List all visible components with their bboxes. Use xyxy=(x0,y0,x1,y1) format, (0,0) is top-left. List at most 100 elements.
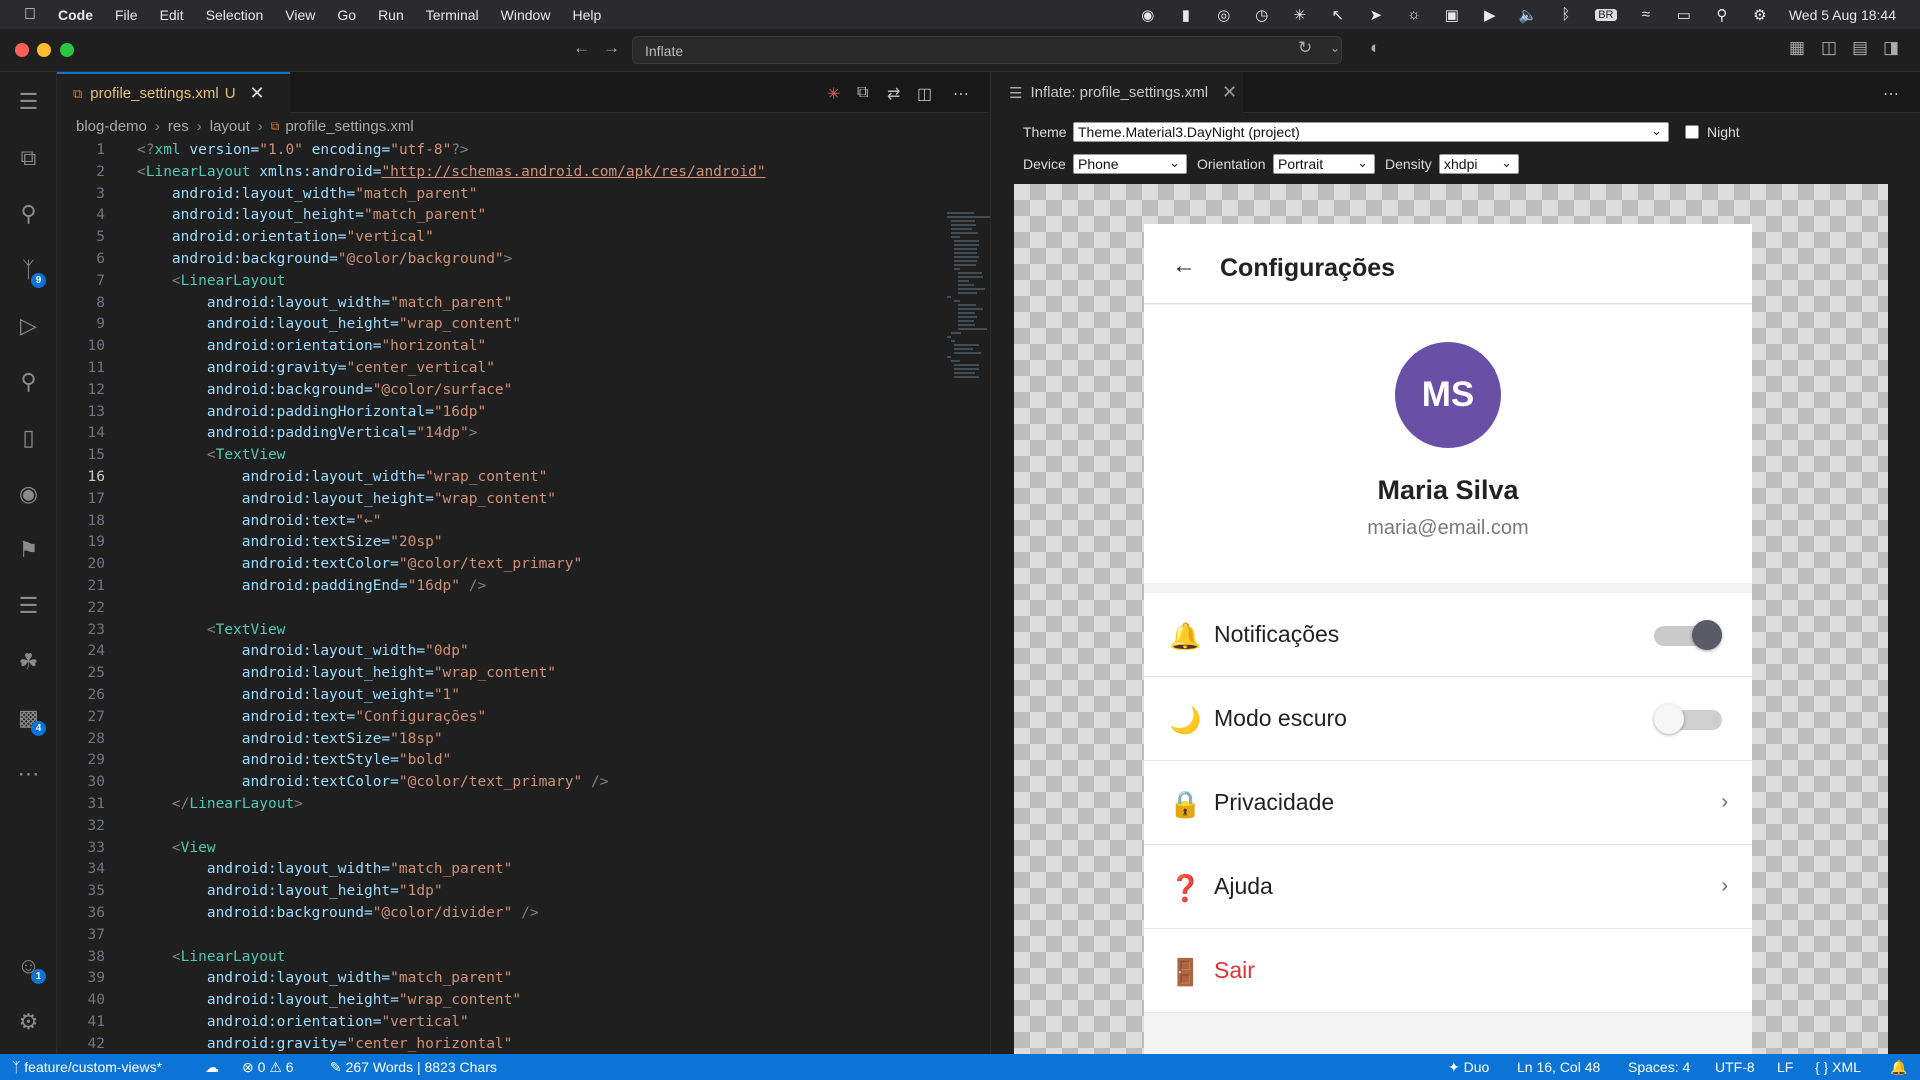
branch-indicator[interactable]: ᛉ feature/custom-views* xyxy=(12,1059,162,1075)
chevron-down-icon: ⌄ xyxy=(1501,155,1512,170)
more-actions-icon[interactable]: ⋯ xyxy=(1883,84,1899,104)
menu-terminal[interactable]: Terminal xyxy=(426,7,479,23)
sparkle-icon[interactable]: ✳ xyxy=(1291,6,1309,24)
device-select[interactable]: Phone ⌄ xyxy=(1073,154,1187,174)
menu-go[interactable]: Go xyxy=(337,7,356,23)
breadcrumb-item[interactable]: layout xyxy=(210,118,250,135)
menu-clock[interactable]: Wed 5 Aug 18:44 xyxy=(1789,7,1896,23)
more-icon[interactable]: ⋯ xyxy=(0,754,57,794)
theme-select[interactable]: Theme.Material3.DayNight (project) ⌄ xyxy=(1073,122,1669,142)
device-icon[interactable]: ▯ xyxy=(0,418,57,458)
testing-flask-icon[interactable]: ⚲ xyxy=(0,362,57,402)
customize-layout-icon[interactable]: ▦ xyxy=(1789,38,1805,58)
accounts-icon[interactable]: ☺ 1 xyxy=(0,946,57,986)
code-editor[interactable]: 1 <?xml version="1.0" encoding="utf-8"?> 2… xyxy=(57,136,989,1054)
android-icon[interactable]: ◉ xyxy=(0,474,57,514)
editor-tab-profile-settings[interactable]: ⧉ profile_settings.xml U ✕ xyxy=(57,72,290,113)
split-editor-icon[interactable]: ◫ xyxy=(917,84,932,104)
copilot-status[interactable]: ✦ Duo xyxy=(1448,1059,1489,1076)
spotlight-search-icon[interactable]: ⚲ xyxy=(1713,6,1731,24)
close-tab-icon[interactable]: ✕ xyxy=(250,83,265,104)
bookmark-icon[interactable]: ⚑ xyxy=(0,530,57,570)
more-actions-icon[interactable]: ⋯ xyxy=(953,84,969,104)
run-debug-icon[interactable]: ▷ xyxy=(0,306,57,346)
database-icon[interactable]: ☰ xyxy=(0,586,57,626)
toggle-panel-icon[interactable]: ▤ xyxy=(1852,38,1868,58)
close-window-button[interactable] xyxy=(15,43,29,57)
grammarly-icon[interactable]: ◉ xyxy=(1139,6,1157,24)
settings-row-1[interactable]: 🔔 Notificações xyxy=(1144,593,1752,677)
preview-tab[interactable]: ☰ Inflate: profile_settings.xml ✕ xyxy=(991,72,1243,113)
menu-help[interactable]: Help xyxy=(572,7,601,23)
menu-view[interactable]: View xyxy=(285,7,315,23)
bluetooth-icon[interactable]: ᛒ xyxy=(1557,6,1575,23)
menu-file[interactable]: File xyxy=(115,7,138,23)
layout-preview-pane: ☰ Inflate: profile_settings.xml ✕ ⋯ Them… xyxy=(990,72,1920,1054)
close-tab-icon[interactable]: ✕ xyxy=(1222,82,1237,103)
back-arrow-icon[interactable]: ← xyxy=(573,38,590,58)
extensions-icon[interactable]: ▩ 4 xyxy=(0,698,57,738)
toggle-switch[interactable] xyxy=(1654,620,1722,650)
activity-outline-icon[interactable]: ☰ xyxy=(0,82,57,122)
indentation[interactable]: Spaces: 4 xyxy=(1628,1059,1690,1075)
word-count[interactable]: ✎ 267 Words | 8823 Chars xyxy=(330,1059,497,1076)
cursor-icon[interactable]: ↖ xyxy=(1329,6,1347,24)
toggle-primary-sidebar-icon[interactable]: ◫ xyxy=(1821,38,1837,58)
menu-selection[interactable]: Selection xyxy=(206,7,264,23)
settings-gear-icon[interactable]: ⚙ xyxy=(0,1002,57,1042)
settings-row-2[interactable]: 🌙 Modo escuro xyxy=(1144,677,1752,761)
display-icon[interactable]: ▣ xyxy=(1443,6,1461,24)
record-icon[interactable]: ◎ xyxy=(1215,6,1233,24)
problems-indicator[interactable]: ⊗ 0 ⚠ 6 xyxy=(242,1059,294,1076)
back-arrow-icon[interactable]: ← xyxy=(1172,252,1196,280)
menu-window[interactable]: Window xyxy=(501,7,551,23)
breadcrumb-item[interactable]: blog-demo xyxy=(76,118,147,135)
menu-run[interactable]: Run xyxy=(378,7,404,23)
sync-icon[interactable]: ↻ xyxy=(1298,38,1312,58)
sync-status-icon[interactable]: ☁ xyxy=(205,1059,219,1076)
orientation-select[interactable]: Portrait ⌄ xyxy=(1273,154,1375,174)
language-mode[interactable]: { } XML xyxy=(1815,1059,1861,1075)
density-select[interactable]: xhdpi ⌄ xyxy=(1439,154,1519,174)
search-icon[interactable]: ⚲ xyxy=(0,194,57,234)
breadcrumb-item[interactable]: res xyxy=(168,118,189,135)
command-center-search[interactable]: Inflate xyxy=(632,36,1342,64)
open-preview-icon[interactable]: ⧉ xyxy=(857,84,868,102)
menu-edit[interactable]: Edit xyxy=(160,7,184,23)
play-icon[interactable]: ▶ xyxy=(1481,6,1499,24)
encoding[interactable]: UTF-8 xyxy=(1715,1059,1755,1075)
notifications-bell-icon[interactable]: 🔔 xyxy=(1890,1059,1907,1076)
gitlab-icon[interactable]: ☘ xyxy=(0,642,57,682)
minimize-window-button[interactable] xyxy=(37,43,51,57)
toggle-secondary-sidebar-icon[interactable]: ◨ xyxy=(1883,38,1899,58)
rocket-icon[interactable]: ➤ xyxy=(1367,6,1385,24)
input-source-indicator[interactable]: BR xyxy=(1594,8,1617,21)
battery-icon[interactable]: ▭ xyxy=(1675,6,1693,24)
explorer-icon[interactable]: ⧉ xyxy=(0,138,57,178)
cursor-position[interactable]: Ln 16, Col 48 xyxy=(1517,1059,1600,1075)
code-line: android:textStyle="bold" xyxy=(137,752,452,769)
settings-row-4[interactable]: ❓ Ajuda › xyxy=(1144,845,1752,929)
brightness-icon[interactable]: ☼ xyxy=(1405,6,1423,23)
night-checkbox[interactable] xyxy=(1685,125,1699,139)
toggle-switch[interactable] xyxy=(1654,704,1722,734)
battery-status-icon[interactable]: ▮ xyxy=(1177,6,1195,24)
timer-icon[interactable]: ◷ xyxy=(1253,6,1271,24)
settings-row-label: Privacidade xyxy=(1214,789,1335,815)
apple-icon[interactable]:  xyxy=(20,6,40,24)
sparkle-icon[interactable]: ✳ xyxy=(827,84,840,104)
menu-app-name[interactable]: Code xyxy=(58,7,93,23)
chevron-down-icon[interactable]: ⌄ xyxy=(1330,41,1340,55)
volume-icon[interactable]: 🔈 xyxy=(1519,6,1538,24)
compare-changes-icon[interactable]: ⇄ xyxy=(887,84,900,104)
zoom-window-button[interactable] xyxy=(60,43,74,57)
forward-arrow-icon[interactable]: → xyxy=(603,38,620,58)
source-control-icon[interactable]: ᛉ9 xyxy=(0,250,57,290)
breadcrumb-item[interactable]: profile_settings.xml xyxy=(285,118,413,135)
line-ending[interactable]: LF xyxy=(1777,1059,1793,1075)
settings-row-5[interactable]: 🚪 Sair xyxy=(1144,929,1752,1013)
settings-row-3[interactable]: 🔒 Privacidade › xyxy=(1144,761,1752,845)
copilot-icon[interactable]: ◐ xyxy=(1370,38,1380,58)
wifi-icon[interactable]: ≈ xyxy=(1637,6,1655,23)
control-center-icon[interactable]: ⚙ xyxy=(1751,6,1769,24)
